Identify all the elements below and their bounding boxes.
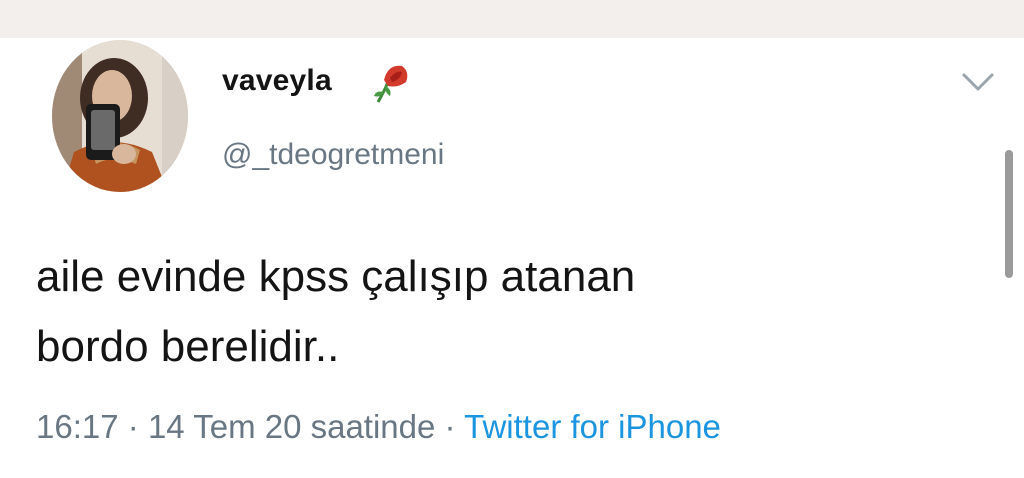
top-band bbox=[0, 0, 1024, 38]
avatar-photo bbox=[52, 40, 188, 192]
chevron-down-icon[interactable] bbox=[960, 70, 996, 94]
meta-separator: · bbox=[127, 408, 139, 445]
tweet-source-link[interactable]: Twitter for iPhone bbox=[464, 408, 721, 445]
display-name[interactable]: vaveyla bbox=[222, 64, 332, 98]
user-handle[interactable]: @_tdeogretmeni bbox=[222, 138, 444, 172]
tweet-time: 16:17 bbox=[36, 408, 119, 445]
wilted-rose-icon bbox=[370, 56, 414, 108]
scrollbar[interactable] bbox=[1005, 150, 1013, 278]
tweet-text: aile evinde kpss çalışıp atanan bordo be… bbox=[36, 252, 636, 371]
tweet-meta: 16:17 · 14 Tem 20 saatinde · Twitter for… bbox=[36, 408, 721, 446]
meta-separator-2: · bbox=[444, 408, 456, 445]
tweet-card: vaveyla @_tdeogretmeni aile evinde kpss … bbox=[0, 0, 1024, 478]
tweet-date[interactable]: 14 Tem 20 saatinde bbox=[148, 408, 435, 445]
avatar[interactable] bbox=[52, 40, 188, 192]
